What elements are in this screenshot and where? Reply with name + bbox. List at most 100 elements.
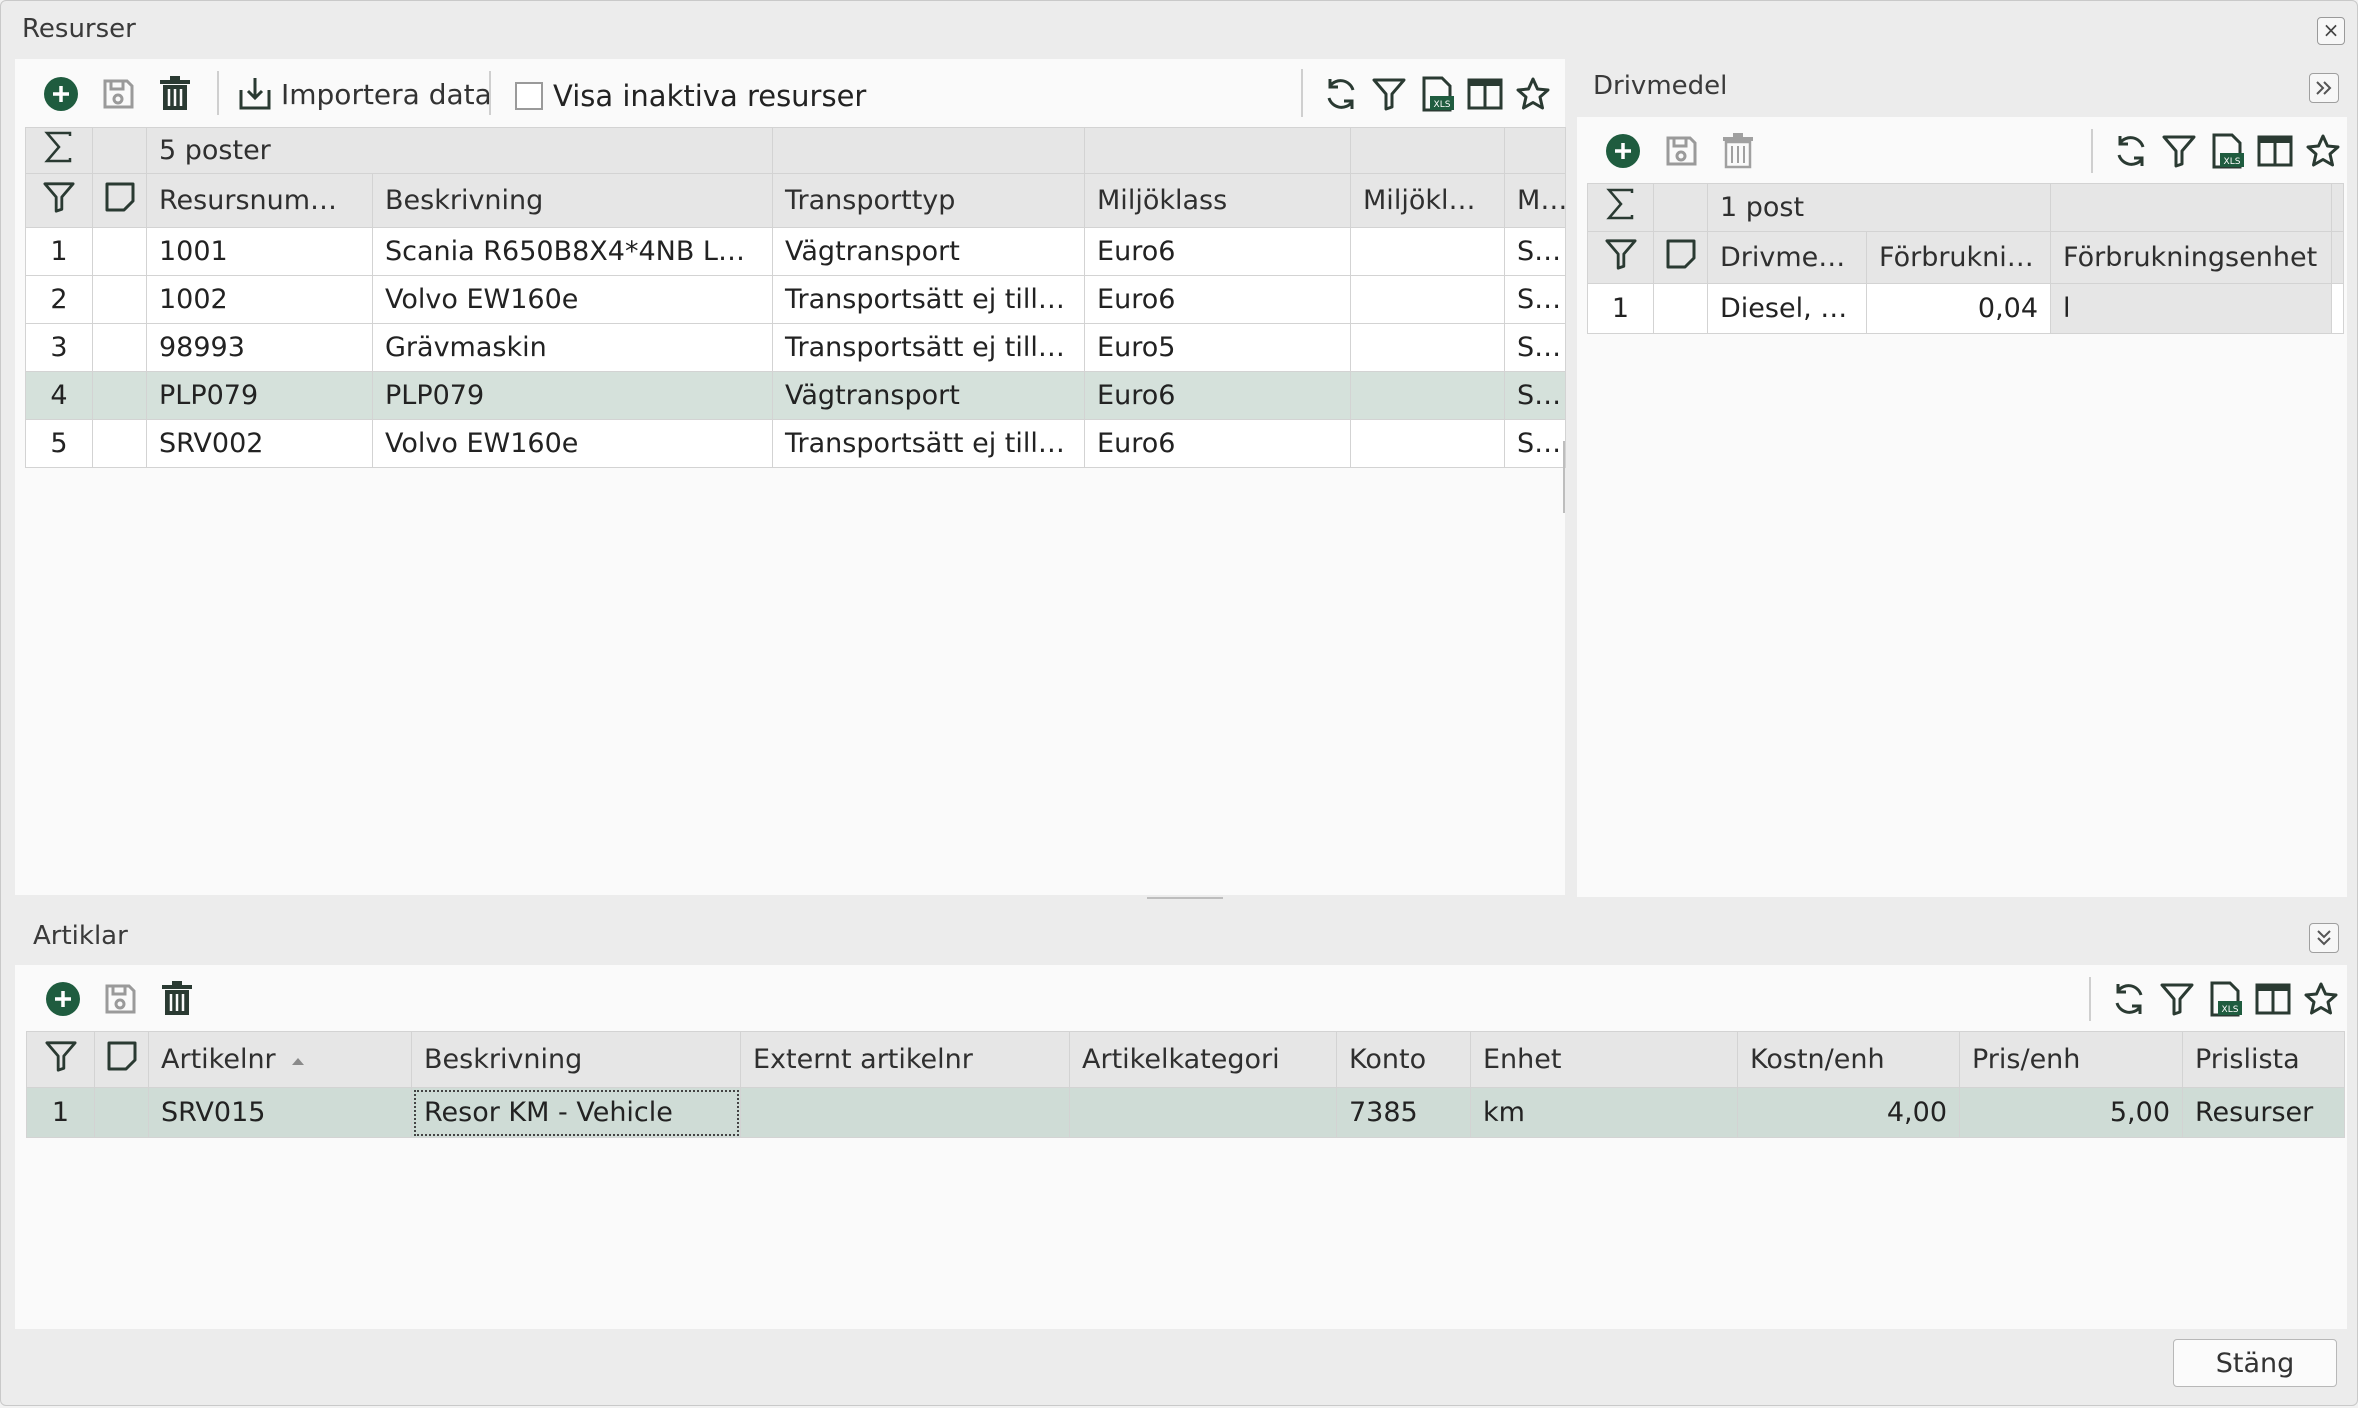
column-filter-toggle[interactable] [26,1031,95,1088]
column-header[interactable]: Förbrukningsenhet [2050,231,2333,284]
show-inactive-checkbox[interactable] [515,82,543,110]
column-header[interactable]: Beskrivning [371,173,774,228]
table-cell[interactable]: Volvo EW160e [371,419,774,468]
table-cell[interactable]: 1001 [146,227,373,276]
column-header[interactable]: Miljöklass [1350,173,1506,228]
table-cell[interactable]: 7385 [1336,1087,1471,1138]
column-header[interactable]: Pris/enh [1959,1031,2183,1088]
show-inactive-toggle[interactable]: Visa inaktiva resurser [515,79,866,113]
table-row-selected[interactable]: 4 PLP079 PLP079 Vägtransport Euro6 Sta [25,371,1567,420]
table-cell[interactable]: Volvo EW160e [371,275,774,324]
column-header[interactable]: Kostn/enh [1737,1031,1960,1088]
table-cell[interactable]: Sta [1504,371,1567,420]
column-header[interactable]: Externt artikelnr [740,1031,1070,1088]
note-column-header[interactable] [92,173,147,228]
note-column-header[interactable] [94,1031,149,1088]
favorite-button[interactable] [2301,979,2341,1019]
horizontal-splitter-handle[interactable] [1147,897,1223,907]
table-cell[interactable]: Vägtransport [772,371,1086,420]
table-cell[interactable]: Vägtransport [772,227,1086,276]
table-cell[interactable]: Sta [1504,419,1567,468]
refresh-button[interactable] [2111,131,2151,171]
save-button[interactable] [100,979,140,1019]
filter-button[interactable] [2157,979,2197,1019]
expand-right-button[interactable] [2309,73,2339,103]
columns-button[interactable] [1465,74,1505,114]
excel-export-button[interactable]: XLS [1417,74,1457,114]
save-button[interactable] [1661,131,1701,171]
table-cell[interactable]: SRV015 [148,1087,412,1138]
table-cell[interactable]: Transportsätt ej tillä… [772,419,1086,468]
table-cell[interactable]: Scania R650B8X4*4NB Lastbil [371,227,774,276]
table-cell[interactable] [1350,227,1506,276]
column-filter-toggle[interactable] [1587,231,1654,284]
window-close-button[interactable]: × [2317,17,2345,45]
column-header-sorted[interactable]: Artikelnr [148,1031,412,1088]
column-header[interactable]: Miljöklass [1084,173,1352,228]
close-button[interactable]: Stäng [2173,1339,2337,1387]
collapse-down-button[interactable] [2309,923,2339,953]
column-filter-toggle[interactable] [25,173,93,228]
table-cell[interactable]: Sta [1504,227,1567,276]
table-cell[interactable] [1350,323,1506,372]
save-button[interactable] [98,74,138,114]
column-header[interactable]: Artikelkategori [1069,1031,1337,1088]
excel-export-button[interactable]: XLS [2205,979,2245,1019]
table-cell[interactable]: Sta [1504,323,1567,372]
table-cell[interactable]: Sta [1504,275,1567,324]
table-row[interactable]: 2 1002 Volvo EW160e Transportsätt ej til… [25,275,1567,324]
column-header[interactable]: Konto [1336,1031,1471,1088]
table-cell[interactable] [1350,419,1506,468]
note-cell[interactable] [92,275,147,324]
table-cell[interactable]: Resurser [2182,1087,2345,1138]
table-cell[interactable]: Euro6 [1084,371,1352,420]
table-cell[interactable]: Euro6 [1084,275,1352,324]
columns-button[interactable] [2253,979,2293,1019]
refresh-button[interactable] [1321,74,1361,114]
table-row[interactable]: 5 SRV002 Volvo EW160e Transportsätt ej t… [25,419,1567,468]
note-cell[interactable] [92,419,147,468]
column-header[interactable]: Mä [1504,173,1567,228]
column-header[interactable]: Prislista [2182,1031,2345,1088]
add-button[interactable] [41,74,81,114]
table-cell[interactable]: Euro5 [1084,323,1352,372]
favorite-button[interactable] [2303,131,2343,171]
table-cell[interactable]: PLP079 [371,371,774,420]
filter-button[interactable] [2159,131,2199,171]
column-header[interactable]: Förbrukning [1865,231,2052,284]
table-cell[interactable]: Euro6 [1084,227,1352,276]
note-cell[interactable] [92,227,147,276]
column-header[interactable]: Transporttyp [772,173,1086,228]
add-button[interactable] [1603,131,1643,171]
table-cell[interactable]: Transportsätt ej tillä… [772,323,1086,372]
table-cell[interactable] [1350,275,1506,324]
table-cell[interactable]: km [1470,1087,1738,1138]
table-row[interactable]: 1 Diesel, f… 0,04 l [1587,283,2345,334]
table-row[interactable]: 1 1001 Scania R650B8X4*4NB Lastbil Vägtr… [25,227,1567,276]
table-cell[interactable] [740,1087,1070,1138]
favorite-button[interactable] [1513,74,1553,114]
table-cell[interactable] [1069,1087,1337,1138]
table-cell[interactable]: Diesel, f… [1707,283,1867,334]
table-cell[interactable]: l [2050,283,2333,334]
filter-button[interactable] [1369,74,1409,114]
table-cell[interactable]: 4,00 [1737,1087,1960,1138]
table-cell[interactable]: Euro6 [1084,419,1352,468]
column-header[interactable]: Drivmedel [1707,231,1867,284]
delete-button[interactable] [1718,131,1758,171]
table-cell[interactable]: Grävmaskin [371,323,774,372]
vertical-splitter-handle[interactable] [1563,441,1575,513]
table-cell[interactable]: Transportsätt ej tillä… [772,275,1086,324]
table-cell[interactable]: 5,00 [1959,1087,2183,1138]
delete-button[interactable] [157,979,197,1019]
table-cell[interactable]: 98993 [146,323,373,372]
column-header[interactable]: Beskrivning [411,1031,741,1088]
table-cell[interactable]: PLP079 [146,371,373,420]
note-cell[interactable] [1653,283,1708,334]
add-button[interactable] [43,979,83,1019]
note-cell[interactable] [94,1087,149,1138]
import-button[interactable]: Importera data [237,74,537,114]
table-cell[interactable]: SRV002 [146,419,373,468]
delete-button[interactable] [155,74,195,114]
excel-export-button[interactable]: XLS [2207,131,2247,171]
